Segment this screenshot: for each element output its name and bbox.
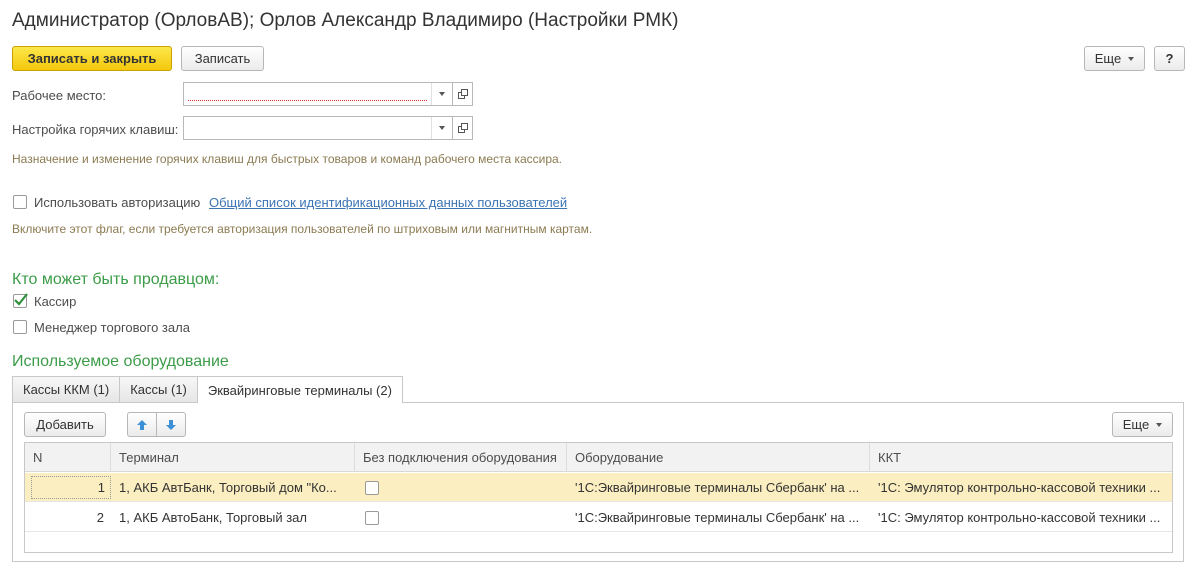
- table-more-label: Еще: [1122, 417, 1150, 432]
- cell-equipment-value: '1С:Эквайринговые терминалы Сбербанк' на…: [575, 480, 860, 495]
- column-header-equipment[interactable]: Оборудование: [567, 443, 870, 472]
- save-and-close-button[interactable]: Записать и закрыть: [12, 46, 172, 71]
- chevron-down-icon: [439, 126, 445, 130]
- cashier-label: Кассир: [34, 294, 77, 309]
- column-header-terminal[interactable]: Терминал: [111, 443, 355, 472]
- cashier-checkbox[interactable]: [13, 293, 28, 308]
- more-label: Еще: [1094, 51, 1122, 66]
- column-header-n[interactable]: N: [25, 443, 111, 472]
- table-row[interactable]: 2 1, АКБ АвтоБанк, Торговый зал '1С:Эква…: [25, 503, 1172, 532]
- cell-equipment: '1С:Эквайринговые терминалы Сбербанк' на…: [567, 503, 870, 532]
- chevron-down-icon: [1128, 56, 1135, 61]
- manager-label: Менеджер торгового зала: [34, 320, 190, 335]
- help-button[interactable]: ?: [1154, 46, 1185, 71]
- hotkeys-input[interactable]: [184, 117, 431, 139]
- workplace-field[interactable]: [183, 82, 473, 106]
- tab-registers[interactable]: Кассы (1): [119, 376, 198, 402]
- no-connection-checkbox[interactable]: [365, 480, 379, 495]
- move-up-button[interactable]: [127, 412, 157, 437]
- sellers-section-title: Кто может быть продавцом:: [12, 271, 220, 288]
- add-button[interactable]: Добавить: [24, 412, 106, 437]
- hotkeys-field[interactable]: [183, 116, 473, 140]
- save-button[interactable]: Записать: [181, 46, 264, 71]
- workplace-open-button[interactable]: [452, 83, 472, 105]
- cell-equipment-value: '1С:Эквайринговые терминалы Сбербанк' на…: [575, 510, 860, 525]
- cell-kkt: '1С: Эмулятор контрольно-кассовой техник…: [870, 473, 1172, 502]
- cell-equipment: '1С:Эквайринговые терминалы Сбербанк' на…: [567, 473, 870, 502]
- column-header-kkt[interactable]: ККТ: [870, 443, 1172, 472]
- cell-kkt: '1С: Эмулятор контрольно-кассовой техник…: [870, 503, 1172, 532]
- table-more-button[interactable]: Еще: [1112, 412, 1173, 437]
- cell-terminal: 1, АКБ АвтБанк, Торговый дом "Ко...: [111, 473, 355, 502]
- column-header-no-connection[interactable]: Без подключения оборудования: [355, 443, 567, 472]
- cell-kkt-value: '1С: Эмулятор контрольно-кассовой техник…: [878, 480, 1161, 495]
- equipment-section-title: Используемое оборудование: [12, 353, 229, 370]
- use-auth-label: Использовать авторизацию: [34, 195, 201, 210]
- equipment-tabs: Кассы ККМ (1) Кассы (1) Эквайринговые те…: [12, 376, 403, 403]
- cell-terminal-value: 1, АКБ АвтБанк, Торговый дом "Ко...: [119, 480, 337, 495]
- cell-kkt-value: '1С: Эмулятор контрольно-кассовой техник…: [878, 510, 1161, 525]
- chevron-down-icon: [1156, 422, 1163, 427]
- terminals-table: N Терминал Без подключения оборудования …: [24, 442, 1173, 553]
- cell-n: 2: [96, 510, 104, 525]
- move-down-button[interactable]: [156, 412, 186, 437]
- cell-n-value: 1: [31, 476, 111, 499]
- auth-list-link[interactable]: Общий список идентификационных данных по…: [209, 195, 567, 210]
- no-connection-checkbox[interactable]: [365, 510, 379, 525]
- tab-kkm-registers[interactable]: Кассы ККМ (1): [12, 376, 121, 402]
- hotkeys-label: Настройка горячих клавиш:: [12, 122, 179, 137]
- manager-checkbox[interactable]: [13, 320, 27, 334]
- chevron-down-icon: [439, 92, 445, 96]
- auth-hint: Включите этот флаг, если требуется автор…: [12, 222, 593, 236]
- arrow-down-icon: [166, 419, 176, 430]
- table-row[interactable]: 1 1, АКБ АвтБанк, Торговый дом "Ко... '1…: [25, 473, 1172, 502]
- workplace-input[interactable]: [184, 83, 431, 105]
- cell-terminal-value: 1, АКБ АвтоБанк, Торговый зал: [119, 510, 307, 525]
- open-form-icon: [457, 89, 468, 99]
- table-header: N Терминал Без подключения оборудования …: [25, 443, 1172, 472]
- cell-no-connection: [355, 473, 567, 502]
- workplace-label: Рабочее место:: [12, 88, 107, 103]
- hotkeys-open-button[interactable]: [452, 117, 472, 139]
- hotkeys-dropdown[interactable]: [431, 117, 452, 139]
- more-button[interactable]: Еще: [1084, 46, 1145, 71]
- arrow-up-icon: [137, 419, 147, 430]
- workplace-dropdown[interactable]: [431, 83, 452, 105]
- checkmark-icon: [14, 293, 28, 306]
- window-title: Администратор (ОрловАВ); Орлов Александр…: [12, 10, 679, 31]
- cell-n: 1: [25, 473, 111, 502]
- hotkeys-hint: Назначение и изменение горячих клавиш дл…: [12, 152, 563, 166]
- open-form-icon: [457, 123, 468, 133]
- tab-acquiring-terminals[interactable]: Эквайринговые терминалы (2): [196, 376, 403, 403]
- cell-no-connection: [355, 503, 567, 532]
- use-auth-checkbox[interactable]: [13, 195, 27, 209]
- cell-terminal: 1, АКБ АвтоБанк, Торговый зал: [111, 503, 355, 532]
